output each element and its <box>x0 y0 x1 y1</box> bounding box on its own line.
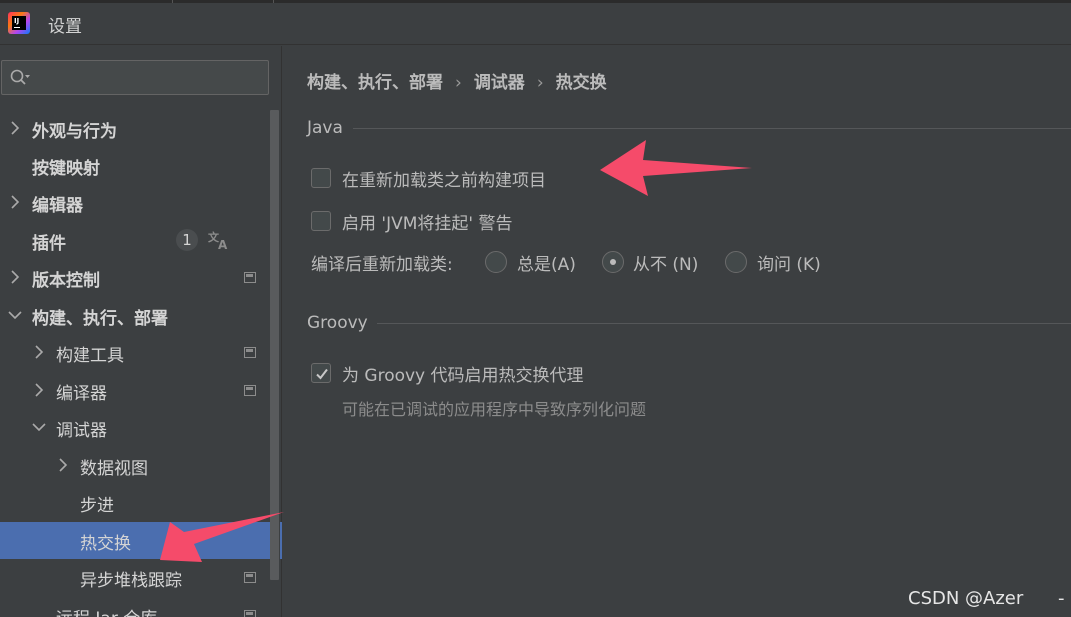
chevron-down-icon <box>32 423 46 432</box>
groovy-hotswap-hint: 可能在已调试的应用程序中导致序列化问题 <box>342 400 647 419</box>
sidebar-item-label: 数据视图 <box>80 459 148 479</box>
radio-never[interactable] <box>602 251 624 273</box>
group-title-groovy: Groovy <box>307 313 368 333</box>
chevron-right-icon <box>35 383 44 397</box>
chevron-right-icon <box>11 270 20 284</box>
settings-content: 构建、执行、部署 › 调试器 › 热交换 Java 在重新加载类之前构建项目 启用 'J… <box>283 46 1071 617</box>
project-level-icon <box>244 385 256 396</box>
chevron-right-icon <box>11 121 20 135</box>
plugin-update-badge: 1 <box>176 229 198 251</box>
groovy-hotswap-agent-checkbox[interactable] <box>311 363 331 383</box>
sidebar-item-label: 编辑器 <box>32 196 83 216</box>
breadcrumb-separator-icon: › <box>536 73 544 93</box>
jvm-hangs-warning-checkbox[interactable] <box>311 211 331 231</box>
breadcrumb-item: 热交换 <box>555 73 607 93</box>
project-level-icon <box>244 347 256 358</box>
top-edge <box>0 0 1071 3</box>
annotation-arrow-icon <box>160 512 284 562</box>
translate-icon: 文 A <box>208 230 228 251</box>
breadcrumb-item[interactable]: 调试器 <box>474 73 525 93</box>
sidebar-item-compiler[interactable]: 编译器 <box>0 372 270 409</box>
sidebar-item-label: 编译器 <box>56 384 107 404</box>
sidebar-item-build-tools[interactable]: 构建工具 <box>0 334 270 371</box>
sidebar-item-label: 构建工具 <box>56 346 124 366</box>
sidebar-item-version-control[interactable]: 版本控制 <box>0 259 270 296</box>
chevron-right-icon <box>11 195 20 209</box>
sidebar-item-label: 异步堆栈跟踪 <box>80 571 182 591</box>
jvm-hangs-warning-label: 启用 'JVM将挂起' 警告 <box>342 214 513 234</box>
sidebar-item-label: 步进 <box>80 496 114 516</box>
radio-always[interactable] <box>485 251 507 273</box>
chevron-right-icon <box>35 345 44 359</box>
sidebar-item-label: 热交换 <box>80 534 131 554</box>
sidebar-item-appearance[interactable]: 外观与行为 <box>0 110 270 147</box>
sidebar-item-build-execution-deployment[interactable]: 构建、执行、部署 <box>0 297 270 334</box>
radio-ask[interactable] <box>725 251 747 273</box>
groovy-hotswap-agent-label: 为 Groovy 代码启用热交换代理 <box>342 366 584 386</box>
sidebar-item-label: 调试器 <box>56 421 107 441</box>
reload-after-compile-label: 编译后重新加载类: <box>311 255 453 275</box>
intellij-app-icon: IJ <box>8 12 30 34</box>
checkmark-icon <box>316 368 328 380</box>
radio-always-label[interactable]: 总是(A) <box>517 250 576 275</box>
sidebar-item-label: 插件 <box>32 234 66 254</box>
build-before-reload-checkbox[interactable] <box>311 168 331 188</box>
sidebar-item-label: 远程 Jar 仓库 <box>56 604 157 617</box>
sidebar-item-label: 外观与行为 <box>32 122 117 142</box>
radio-never-label[interactable]: 从不 (N) <box>633 250 698 275</box>
group-divider <box>377 323 1071 324</box>
sidebar-item-data-views[interactable]: 数据视图 <box>0 447 270 484</box>
sidebar-item-plugins[interactable]: 插件 1 文 A <box>0 222 270 259</box>
watermark: CSDN @Azer <box>908 588 1024 609</box>
project-level-icon <box>244 572 256 583</box>
sidebar-item-keymap[interactable]: 按键映射 <box>0 147 270 184</box>
project-level-icon <box>244 272 256 283</box>
sidebar-item-label: 构建、执行、部署 <box>32 309 168 329</box>
window-title: 设置 <box>48 17 82 37</box>
title-bar: IJ 设置 <box>0 0 1071 45</box>
chevron-down-icon <box>8 311 22 320</box>
sidebar-item-editor[interactable]: 编辑器 <box>0 184 270 221</box>
chevron-right-icon <box>59 458 68 472</box>
breadcrumb: 构建、执行、部署 › 调试器 › 热交换 <box>307 68 607 93</box>
sidebar-item-label: 按键映射 <box>32 159 100 179</box>
breadcrumb-item[interactable]: 构建、执行、部署 <box>307 73 443 93</box>
trailing-mark: - <box>1058 588 1065 609</box>
project-level-icon <box>244 610 256 617</box>
radio-ask-label[interactable]: 询问 (K) <box>757 250 821 275</box>
sidebar-item-remote-jar-repositories[interactable]: 远程 Jar 仓库 <box>0 597 270 617</box>
group-divider <box>353 128 1071 129</box>
search-input[interactable] <box>1 60 269 95</box>
sidebar-item-label: 版本控制 <box>32 271 100 291</box>
breadcrumb-separator-icon: › <box>455 73 462 93</box>
svg-text:A: A <box>218 238 228 251</box>
search-icon <box>10 69 30 85</box>
annotation-arrow-icon <box>600 140 752 196</box>
sidebar-item-debugger[interactable]: 调试器 <box>0 409 270 446</box>
build-before-reload-label: 在重新加载类之前构建项目 <box>342 171 546 191</box>
group-title-java: Java <box>307 118 343 138</box>
